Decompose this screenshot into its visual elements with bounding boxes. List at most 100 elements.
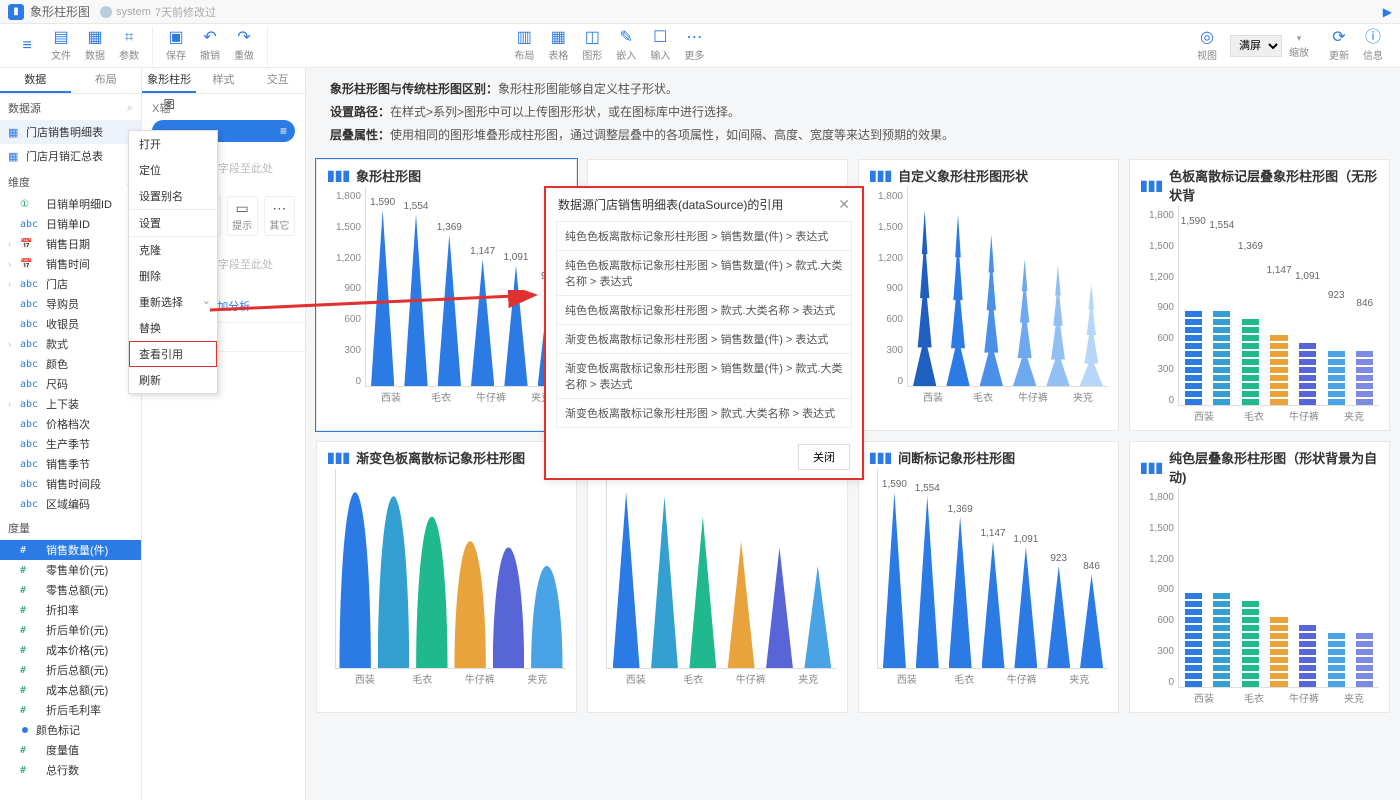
datasource-item[interactable]: ▦门店销售明细表 bbox=[0, 120, 141, 144]
dim-field[interactable]: abc销售季节 bbox=[0, 454, 141, 474]
dim-field[interactable]: abc尺码 bbox=[0, 374, 141, 394]
info-button[interactable]: ⓘ信息 bbox=[1356, 26, 1390, 66]
chart-card[interactable]: ▮▮▮自定义象形柱形图形状1,8001,5001,2009006003000西装… bbox=[858, 159, 1119, 431]
dim-field[interactable]: ①日销单明细ID bbox=[0, 194, 141, 214]
dim-field[interactable]: abc日销单ID bbox=[0, 214, 141, 234]
dim-field[interactable]: ›abc款式 bbox=[0, 334, 141, 354]
undo-button[interactable]: ↶撤销 bbox=[193, 26, 227, 66]
ctx-定位[interactable]: 定位 bbox=[129, 157, 217, 183]
field-type-icon: abc bbox=[20, 319, 42, 330]
field-type-icon: abc bbox=[20, 339, 42, 350]
chart-card[interactable]: ▮▮▮象形柱形图1,8001,5001,20090060030001,5901,… bbox=[316, 159, 577, 431]
menu-button[interactable]: ≡ bbox=[10, 26, 44, 66]
menu-icon: ≡ bbox=[22, 37, 31, 55]
refresh-button[interactable]: ⟳更新 bbox=[1322, 26, 1356, 66]
table-button[interactable]: ▦表格 bbox=[541, 26, 575, 66]
reference-item[interactable]: 渐变色板离散标记象形柱形图 > 销售数量(件) > 款式.大类名称 > 表达式 bbox=[556, 353, 852, 398]
ctx-删除[interactable]: 删除 bbox=[129, 263, 217, 289]
data-icon: ▦ bbox=[87, 29, 102, 47]
measure-field[interactable]: #成本总额(元) bbox=[0, 680, 141, 700]
dim-field[interactable]: ›abc上下装 bbox=[0, 394, 141, 414]
modal-title: 数据源门店销售明细表(dataSource)的引用 bbox=[558, 196, 783, 213]
color-dot-icon bbox=[22, 727, 28, 733]
measure-field[interactable]: #折后单价(元) bbox=[0, 620, 141, 640]
dim-field[interactable]: abc价格档次 bbox=[0, 414, 141, 434]
view-button[interactable]: ◎视图 bbox=[1190, 26, 1224, 66]
cfg-提示[interactable]: ▭提示 bbox=[227, 196, 258, 236]
field-type-icon: abc bbox=[20, 219, 42, 230]
reference-item[interactable]: 渐变色板离散标记象形柱形图 > 款式.大类名称 > 表达式 bbox=[556, 398, 852, 428]
pill-menu-icon[interactable]: ≡ bbox=[280, 124, 287, 138]
chart-button[interactable]: ◫图形 bbox=[575, 26, 609, 66]
ctx-设置[interactable]: 设置 bbox=[129, 209, 217, 236]
chart-card[interactable]: ▮▮▮纯色色板离散标记象形柱形图西装毛衣牛仔裤夹克 bbox=[587, 441, 848, 713]
field-type-icon: # bbox=[20, 705, 42, 716]
measure-field[interactable]: 颜色标记 bbox=[0, 720, 141, 740]
doc-title: 象形柱形图 bbox=[30, 3, 90, 20]
embed-icon: ✎ bbox=[620, 29, 633, 47]
reference-item[interactable]: 纯色色板离散标记象形柱形图 > 款式.大类名称 > 表达式 bbox=[556, 295, 852, 324]
cfg-其它[interactable]: ⋯其它 bbox=[264, 196, 295, 236]
preview-icon[interactable]: ▶ bbox=[1383, 5, 1392, 19]
measure-field[interactable]: #成本价格(元) bbox=[0, 640, 141, 660]
measure-field[interactable]: #折扣率 bbox=[0, 600, 141, 620]
left-tab-0[interactable]: 数据 bbox=[0, 68, 71, 93]
reference-item[interactable]: 渐变色板离散标记象形柱形图 > 销售数量(件) > 表达式 bbox=[556, 324, 852, 353]
params-button[interactable]: ⌗参数 bbox=[112, 26, 146, 66]
save-button[interactable]: ▣保存 bbox=[159, 26, 193, 66]
left-tab-1[interactable]: 布局 bbox=[71, 68, 142, 93]
redo-button[interactable]: ↷重做 bbox=[227, 26, 261, 66]
ctx-替换[interactable]: 替换 bbox=[129, 315, 217, 341]
measure-field[interactable]: #零售总额(元) bbox=[0, 580, 141, 600]
ctx-设置别名[interactable]: 设置别名 bbox=[129, 183, 217, 209]
dim-field[interactable]: abc颜色 bbox=[0, 354, 141, 374]
mid-tab-2[interactable]: 交互 bbox=[251, 68, 305, 93]
context-menu[interactable]: 打开定位设置别名设置克隆删除重新选择⌄替换查看引用刷新 bbox=[128, 130, 218, 394]
dim-field[interactable]: ›abc门店 bbox=[0, 274, 141, 294]
embed-button[interactable]: ✎嵌入 bbox=[609, 26, 643, 66]
table-icon: ▦ bbox=[551, 29, 566, 47]
dim-field[interactable]: abc导购员 bbox=[0, 294, 141, 314]
chart-card[interactable]: ▮▮▮色板离散标记层叠象形柱形图（无形状背1,8001,5001,2009006… bbox=[1129, 159, 1390, 431]
modal-close-button[interactable]: 关闭 bbox=[798, 444, 850, 470]
ctx-克隆[interactable]: 克隆 bbox=[129, 236, 217, 263]
field-type-icon: # bbox=[20, 625, 42, 636]
redo-icon: ↷ bbox=[237, 29, 250, 47]
ctx-查看引用[interactable]: 查看引用 bbox=[129, 341, 217, 367]
dim-field[interactable]: abc收银员 bbox=[0, 314, 141, 334]
input-button[interactable]: ☐输入 bbox=[643, 26, 677, 66]
layout-button[interactable]: ▥布局 bbox=[507, 26, 541, 66]
close-icon[interactable]: ✕ bbox=[838, 196, 850, 213]
ds-section-label: 数据源 bbox=[8, 100, 41, 116]
measure-field[interactable]: #折后总额(元) bbox=[0, 660, 141, 680]
field-type-icon: 📅 bbox=[20, 239, 42, 250]
mid-tab-0[interactable]: 象形柱形图 bbox=[142, 68, 196, 93]
reference-item[interactable]: 纯色色板离散标记象形柱形图 > 销售数量(件) > 表达式 bbox=[556, 221, 852, 250]
chart-card[interactable]: ▮▮▮间断标记象形柱形图1,5901,5541,3691,1471,091923… bbox=[858, 441, 1119, 713]
ctx-刷新[interactable]: 刷新 bbox=[129, 367, 217, 393]
chart-card[interactable]: ▮▮▮渐变色板离散标记象形柱形图西装毛衣牛仔裤夹克 bbox=[316, 441, 577, 713]
measure-field[interactable]: #度量值 bbox=[0, 740, 141, 760]
ctx-重新选择[interactable]: 重新选择⌄ bbox=[129, 289, 217, 315]
refresh-icon: ⟳ bbox=[1332, 29, 1345, 47]
measure-field[interactable]: #销售数量(件) bbox=[0, 540, 141, 560]
datasource-item[interactable]: ▦门店月销汇总表 bbox=[0, 144, 141, 168]
zoom-select[interactable]: 满屏 bbox=[1230, 35, 1282, 57]
measure-field[interactable]: #折后毛利率 bbox=[0, 700, 141, 720]
measure-field[interactable]: #零售单价(元) bbox=[0, 560, 141, 580]
dim-field[interactable]: abc生产季节 bbox=[0, 434, 141, 454]
dim-field[interactable]: abc销售时间段 bbox=[0, 474, 141, 494]
file-button[interactable]: ▤文件 bbox=[44, 26, 78, 66]
dim-field[interactable]: abc区域编码 bbox=[0, 494, 141, 514]
ctx-打开[interactable]: 打开 bbox=[129, 131, 217, 157]
dim-field[interactable]: ›📅销售时间 bbox=[0, 254, 141, 274]
reference-item[interactable]: 纯色色板离散标记象形柱形图 > 销售数量(件) > 款式.大类名称 > 表达式 bbox=[556, 250, 852, 295]
more-button[interactable]: ⋯更多 bbox=[677, 26, 711, 66]
dim-field[interactable]: ›📅销售日期 bbox=[0, 234, 141, 254]
mid-tab-1[interactable]: 样式 bbox=[196, 68, 250, 93]
data-button[interactable]: ▦数据 bbox=[78, 26, 112, 66]
field-type-icon: abc bbox=[20, 299, 42, 310]
chart-card[interactable]: ▮▮▮纯色层叠象形柱形图（形状背景为自动)1,8001,5001,2009006… bbox=[1129, 441, 1390, 713]
search-icon[interactable]: ⌕ bbox=[127, 102, 133, 115]
measure-field[interactable]: #总行数 bbox=[0, 760, 141, 780]
